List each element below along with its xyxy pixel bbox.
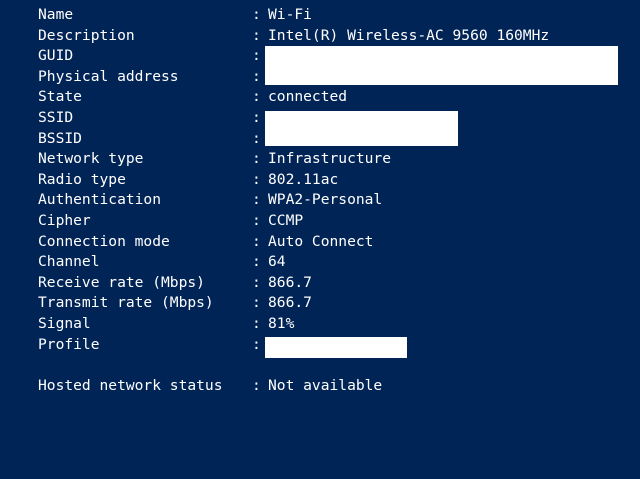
authentication-value: WPA2-Personal <box>268 191 383 209</box>
state-value: connected <box>268 88 348 106</box>
name-separator: : <box>252 6 261 23</box>
physical-address-label: Physical address <box>38 67 179 85</box>
receive-rate-row: Receive rate (Mbps) : 866.7 <box>0 273 640 294</box>
profile-separator: : <box>252 335 261 353</box>
description-label: Description <box>38 26 135 44</box>
redacted-ssid-bssid-block <box>265 111 458 146</box>
network-type-value: Infrastructure <box>268 150 392 168</box>
ssid-separator: : <box>252 109 261 126</box>
radio-type-separator: : <box>252 170 261 188</box>
state-label: State <box>38 88 82 106</box>
network-type-label: Network type <box>38 150 144 168</box>
connection-mode-separator: : <box>252 232 261 250</box>
signal-separator: : <box>252 315 261 332</box>
cipher-row: Cipher : CCMP <box>0 211 640 232</box>
terminal-window[interactable]: Name : Wi-Fi Description : Intel(R) Wire… <box>0 0 640 400</box>
channel-value: 64 <box>268 253 286 271</box>
signal-row: Signal : 81% <box>0 314 640 335</box>
bssid-label: BSSID <box>38 129 82 147</box>
connection-mode-value: Auto Connect <box>268 232 374 250</box>
radio-type-value: 802.11ac <box>268 170 339 188</box>
description-separator: : <box>252 26 261 44</box>
network-type-separator: : <box>252 150 261 168</box>
signal-value: 81% <box>268 315 295 332</box>
description-value: Intel(R) Wireless-AC 9560 160MHz <box>268 26 550 44</box>
channel-separator: : <box>252 253 261 271</box>
name-value: Wi-Fi <box>268 6 312 23</box>
authentication-label: Authentication <box>38 191 162 209</box>
ssid-label: SSID <box>38 109 74 126</box>
guid-label: GUID <box>38 47 74 65</box>
hosted-network-status-row: Hosted network status : Not available <box>0 376 640 397</box>
signal-label: Signal <box>38 315 91 332</box>
radio-type-row: Radio type : 802.11ac <box>0 170 640 191</box>
cipher-separator: : <box>252 212 261 229</box>
state-separator: : <box>252 88 261 106</box>
cipher-label: Cipher <box>38 212 91 229</box>
state-row: State : connected <box>0 87 640 108</box>
cipher-value: CCMP <box>268 212 304 229</box>
transmit-rate-label: Transmit rate (Mbps) <box>38 294 214 312</box>
channel-label: Channel <box>38 253 100 271</box>
authentication-separator: : <box>252 191 261 209</box>
description-row: Description : Intel(R) Wireless-AC 9560 … <box>0 26 640 47</box>
transmit-rate-separator: : <box>252 294 261 312</box>
radio-type-label: Radio type <box>38 170 126 188</box>
hosted-network-status-label: Hosted network status <box>38 377 223 394</box>
transmit-rate-row: Transmit rate (Mbps) : 866.7 <box>0 293 640 314</box>
hosted-network-status-value: Not available <box>268 377 383 394</box>
redacted-guid-physical-address-block <box>265 46 618 85</box>
receive-rate-value: 866.7 <box>268 273 312 291</box>
profile-label: Profile <box>38 335 100 353</box>
bssid-separator: : <box>252 129 261 147</box>
authentication-row: Authentication : WPA2-Personal <box>0 190 640 211</box>
name-row: Name : Wi-Fi <box>0 5 640 26</box>
receive-rate-label: Receive rate (Mbps) <box>38 273 205 291</box>
transmit-rate-value: 866.7 <box>268 294 312 312</box>
connection-mode-row: Connection mode : Auto Connect <box>0 232 640 253</box>
hosted-network-status-separator: : <box>252 377 261 394</box>
guid-separator: : <box>252 47 261 65</box>
name-label: Name <box>38 6 74 23</box>
physical-address-separator: : <box>252 67 261 85</box>
redacted-profile-block <box>265 337 407 358</box>
network-type-row: Network type : Infrastructure <box>0 149 640 170</box>
connection-mode-label: Connection mode <box>38 232 170 250</box>
channel-row: Channel : 64 <box>0 252 640 273</box>
receive-rate-separator: : <box>252 273 261 291</box>
